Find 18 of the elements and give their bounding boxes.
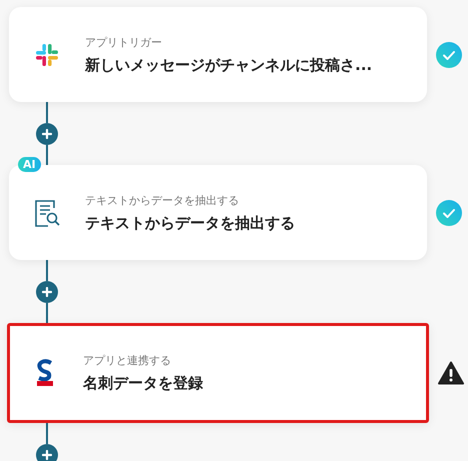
step-title: テキストからデータを抽出する	[85, 214, 295, 232]
step-card[interactable]: アプリと連携する 名刺データを登録	[7, 323, 429, 423]
plus-icon	[42, 450, 52, 460]
ai-badge: AI	[18, 157, 41, 172]
plus-icon	[42, 128, 52, 138]
step-card[interactable]: アプリトリガー 新しいメッセージがチャンネルに投稿さ...	[9, 7, 427, 102]
hash-logo-icon	[34, 42, 60, 68]
step-title: 名刺データを登録	[83, 374, 203, 393]
step-type-label: テキストからデータを抽出する	[85, 192, 240, 208]
add-step-button[interactable]	[36, 122, 58, 144]
step-type-label: アプリと連携する	[83, 353, 172, 368]
step-title: 新しいメッセージがチャンネルに投稿さ...	[85, 56, 372, 74]
document-search-icon	[32, 198, 62, 228]
add-step-button[interactable]	[36, 280, 58, 302]
add-step-button[interactable]	[36, 444, 58, 461]
plus-icon	[42, 286, 52, 296]
s-logo-icon	[36, 359, 54, 387]
step-type-label: アプリトリガー	[85, 34, 163, 50]
